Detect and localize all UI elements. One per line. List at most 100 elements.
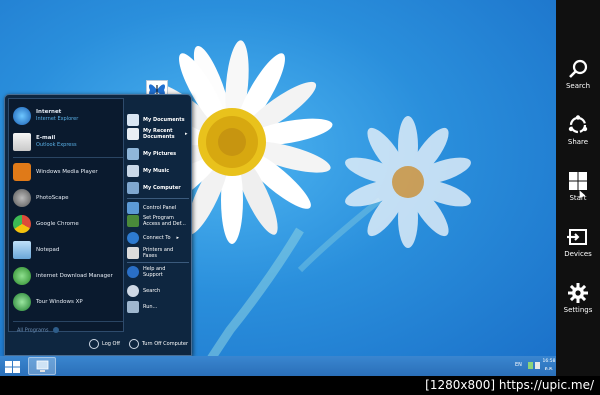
- clock-date: ต.ค.: [544, 367, 554, 372]
- search-icon: [127, 285, 139, 297]
- place-label: Help and Support: [143, 266, 166, 278]
- internet-explorer-icon: [13, 107, 31, 125]
- recent-documents-icon: [127, 128, 139, 140]
- place-my-computer[interactable]: My Computer: [127, 182, 191, 194]
- pinned-item-email[interactable]: E-mail Outlook Express: [13, 131, 125, 153]
- all-programs-button[interactable]: All Programs: [17, 327, 59, 334]
- charm-settings[interactable]: Settings: [556, 282, 600, 314]
- power-icon: [129, 339, 139, 349]
- place-printers-faxes[interactable]: Printers and Faxes: [127, 247, 191, 259]
- charm-label: Share: [567, 138, 589, 146]
- tray-network-icon[interactable]: [528, 362, 533, 369]
- pinned-item-internet[interactable]: Internet Internet Explorer: [13, 105, 125, 127]
- place-label: My Recent Documents: [143, 128, 175, 140]
- recent-item-label: Notepad: [36, 246, 60, 253]
- recent-item-label: Tour Windows XP: [36, 298, 83, 305]
- turn-off-button[interactable]: Turn Off Computer: [129, 339, 188, 349]
- charm-start[interactable]: Start: [556, 170, 600, 202]
- start-button[interactable]: [4, 359, 22, 373]
- divider: [13, 157, 123, 158]
- watermark-bar: [1280x800] https://upic.me/: [0, 376, 600, 395]
- place-connect-to[interactable]: Connect To ▸: [127, 232, 191, 244]
- recent-item-label: Google Chrome: [36, 220, 79, 227]
- desktop-app-icon: [36, 360, 49, 372]
- pinned-item-subtitle: Internet Explorer: [36, 116, 79, 122]
- place-label: Connect To: [143, 235, 171, 241]
- tray-volume-icon[interactable]: [535, 362, 540, 369]
- windows-logo-icon: [569, 172, 587, 190]
- recent-item-chrome[interactable]: Google Chrome: [13, 213, 125, 235]
- notepad-icon: [13, 241, 31, 259]
- photoscape-icon: [13, 189, 31, 207]
- share-icon: [568, 115, 588, 134]
- chrome-icon: [13, 215, 31, 233]
- log-off-icon: [89, 339, 99, 349]
- log-off-button[interactable]: Log Off: [89, 339, 120, 349]
- charm-search[interactable]: Search: [556, 58, 600, 90]
- divider: [13, 321, 123, 322]
- place-label: Control Panel: [143, 205, 177, 211]
- recent-item-notepad[interactable]: Notepad: [13, 239, 125, 261]
- divider: [127, 262, 189, 263]
- system-clock[interactable]: 16:58 ต.ค.: [542, 358, 556, 374]
- gear-icon: [568, 283, 588, 303]
- help-icon: [127, 266, 139, 278]
- recent-item-media-player[interactable]: Windows Media Player: [13, 161, 125, 183]
- place-my-music[interactable]: My Music: [127, 165, 191, 177]
- music-icon: [127, 165, 139, 177]
- place-label: Printers and Faxes: [143, 247, 174, 259]
- log-off-label: Log Off: [102, 341, 120, 347]
- place-set-program-access[interactable]: Set Program Access and Def...: [127, 215, 191, 227]
- charm-label: Settings: [563, 306, 593, 314]
- recent-item-tour-xp[interactable]: Tour Windows XP: [13, 291, 125, 313]
- place-my-recent-documents[interactable]: My Recent Documents ▸: [127, 128, 191, 140]
- place-label: Search: [143, 288, 161, 294]
- submenu-arrow-icon: ▸: [185, 131, 188, 137]
- taskbar-app-button[interactable]: [28, 357, 56, 375]
- recent-item-label: Windows Media Player: [36, 168, 98, 175]
- recent-item-label: PhotoScape: [36, 194, 69, 201]
- run-icon: [127, 301, 139, 313]
- language-indicator[interactable]: EN: [515, 362, 522, 368]
- taskbar: EN 16:58 ต.ค.: [0, 356, 556, 376]
- watermark-text: [1280x800] https://upic.me/: [425, 378, 594, 392]
- printer-icon: [127, 247, 139, 259]
- email-icon: [13, 133, 31, 151]
- start-menu-places-pane: My Documents My Recent Documents ▸ My Pi…: [125, 98, 191, 332]
- start-menu-programs-pane: Internet Internet Explorer E-mail Outlook …: [8, 98, 125, 334]
- turn-off-label: Turn Off Computer: [142, 341, 189, 347]
- submenu-arrow-icon: ▸: [176, 235, 180, 241]
- pinned-item-title: Internet: [36, 109, 62, 115]
- recent-item-idm[interactable]: Internet Download Manager: [13, 265, 125, 287]
- place-search[interactable]: Search: [127, 285, 191, 297]
- place-label: My Documents: [143, 117, 185, 123]
- search-icon: [569, 59, 588, 78]
- place-run[interactable]: Run...: [127, 301, 191, 313]
- place-my-pictures[interactable]: My Pictures: [127, 148, 191, 160]
- computer-icon: [127, 182, 139, 194]
- idm-icon: [13, 267, 31, 285]
- pinned-item-title: E-mail: [36, 135, 56, 141]
- documents-icon: [127, 114, 139, 126]
- arrow-right-icon: [52, 327, 59, 333]
- media-player-icon: [13, 163, 31, 181]
- place-label: My Computer: [143, 185, 181, 191]
- connect-icon: [127, 232, 139, 244]
- recent-item-photoscape[interactable]: PhotoScape: [13, 187, 125, 209]
- place-my-documents[interactable]: My Documents: [127, 114, 191, 126]
- charm-devices[interactable]: Devices: [556, 226, 600, 258]
- charm-label: Search: [565, 82, 591, 90]
- pictures-icon: [127, 148, 139, 160]
- start-menu: Internet Internet Explorer E-mail Outlook …: [4, 94, 192, 356]
- windows-logo-icon: [5, 361, 20, 373]
- place-help-support[interactable]: Help and Support: [127, 266, 191, 278]
- divider: [127, 198, 189, 199]
- program-access-icon: [127, 215, 139, 227]
- charm-share[interactable]: Share: [556, 114, 600, 146]
- control-panel-icon: [127, 202, 139, 214]
- all-programs-label: All Programs: [17, 327, 49, 334]
- place-label: My Music: [143, 168, 170, 174]
- place-control-panel[interactable]: Control Panel: [127, 202, 191, 214]
- pinned-item-subtitle: Outlook Express: [36, 142, 77, 148]
- charm-label: Devices: [564, 250, 592, 258]
